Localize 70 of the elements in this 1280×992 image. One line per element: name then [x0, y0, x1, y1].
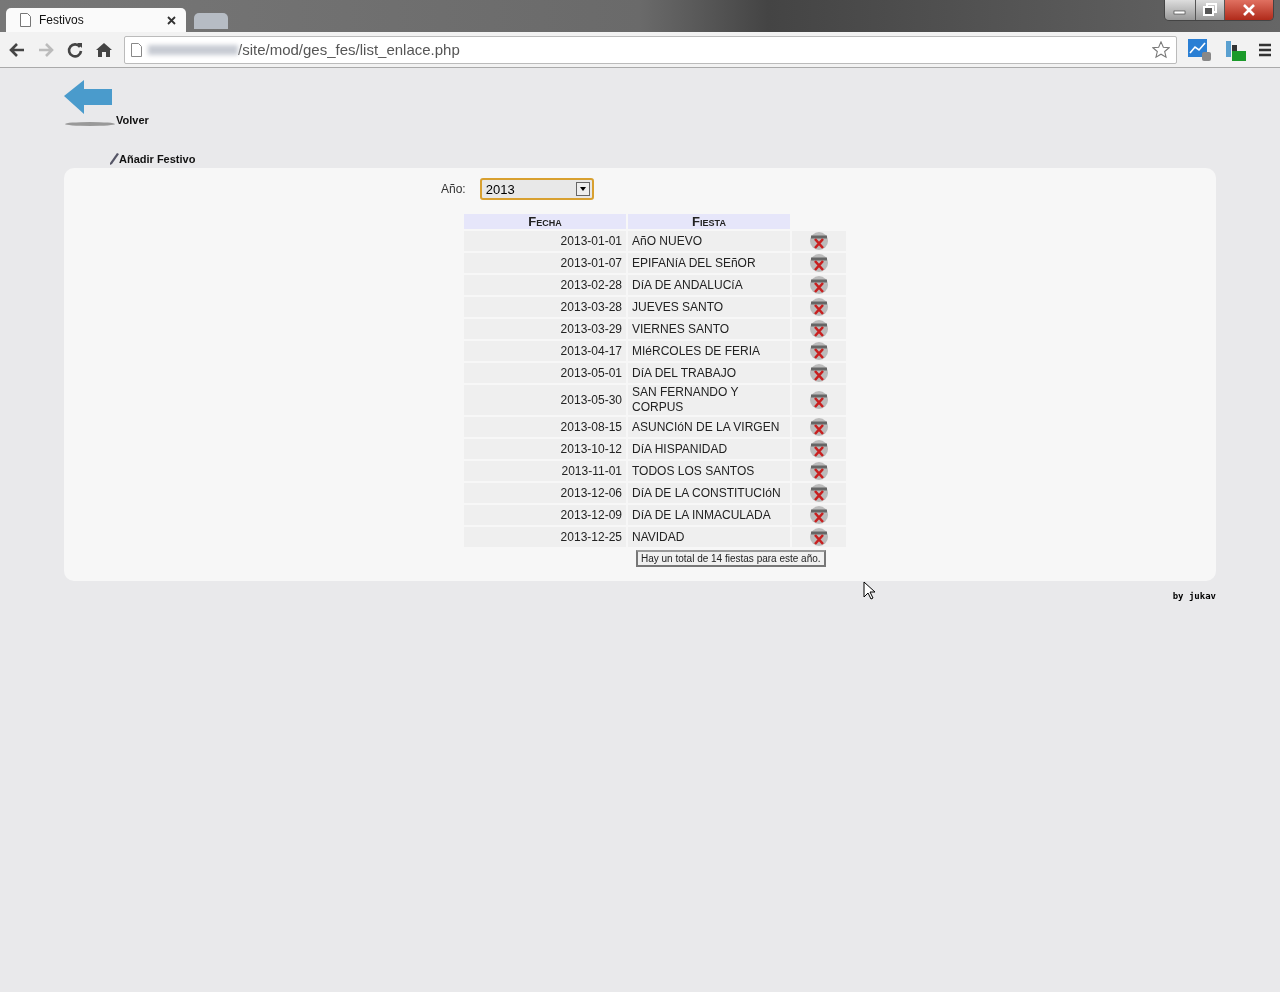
holiday-cell: DíA DE ANDALUCíA — [628, 275, 790, 295]
pencil-icon — [109, 153, 119, 165]
delete-icon[interactable] — [809, 275, 829, 295]
close-icon[interactable] — [1225, 0, 1273, 20]
back-link[interactable]: Volver — [64, 78, 149, 128]
holiday-cell: VIERNES SANTO — [628, 319, 790, 339]
holiday-cell: ASUNCIóN DE LA VIRGEN — [628, 417, 790, 437]
date-cell: 2013-08-15 — [464, 417, 626, 437]
delete-icon[interactable] — [809, 417, 829, 437]
delete-icon[interactable] — [809, 390, 829, 410]
holiday-cell: EPIFANíA DEL SEñOR — [628, 253, 790, 273]
holiday-cell: DíA DE LA CONSTITUCIóN — [628, 483, 790, 503]
delete-icon[interactable] — [809, 439, 829, 459]
holiday-cell: DíA DE LA INMACULADA — [628, 505, 790, 525]
holiday-cell: NAVIDAD — [628, 527, 790, 547]
holiday-cell: JUEVES SANTO — [628, 297, 790, 317]
total-tooltip: Hay un total de 14 fiestas para este año. — [636, 550, 826, 567]
delete-icon[interactable] — [809, 527, 829, 547]
browser-tab[interactable]: Festivos — [6, 8, 186, 32]
holiday-cell: DíA HISPANIDAD — [628, 439, 790, 459]
date-cell: 2013-03-28 — [464, 297, 626, 317]
holiday-cell: SAN FERNANDO Y CORPUS — [628, 385, 790, 415]
star-icon[interactable] — [1152, 40, 1170, 59]
url-text: /site/mod/ges_fes/list_enlace.php — [238, 41, 461, 58]
year-select[interactable]: 2013 — [479, 178, 594, 200]
date-cell: 2013-03-29 — [464, 319, 626, 339]
menu-icon[interactable] — [1258, 42, 1272, 57]
bar-extension-icon[interactable] — [1223, 38, 1247, 61]
delete-icon[interactable] — [809, 363, 829, 383]
date-cell: 2013-10-12 — [464, 439, 626, 459]
holiday-cell: DíA DEL TRABAJO — [628, 363, 790, 383]
delete-icon[interactable] — [809, 505, 829, 525]
date-cell: 2013-12-06 — [464, 483, 626, 503]
date-cell: 2013-01-07 — [464, 253, 626, 273]
footer-credit: by jukav — [1172, 591, 1216, 601]
delete-icon[interactable] — [809, 297, 829, 317]
chart-extension-icon[interactable] — [1188, 38, 1212, 61]
date-cell: 2013-01-01 — [464, 231, 626, 251]
date-cell: 2013-05-30 — [464, 385, 626, 415]
delete-icon[interactable] — [809, 483, 829, 503]
date-cell: 2013-02-28 — [464, 275, 626, 295]
date-cell: 2013-11-01 — [464, 461, 626, 481]
back-arrow-icon — [64, 78, 116, 128]
dropdown-caret-icon — [575, 182, 590, 196]
page-icon — [131, 42, 142, 57]
minimize-icon[interactable] — [1165, 0, 1196, 20]
delete-icon[interactable] — [809, 231, 829, 251]
column-header: Fecha — [464, 214, 626, 229]
holiday-cell: AñO NUEVO — [628, 231, 790, 251]
date-cell: 2013-12-25 — [464, 527, 626, 547]
date-cell: 2013-05-01 — [464, 363, 626, 383]
delete-icon[interactable] — [809, 461, 829, 481]
close-icon[interactable] — [167, 15, 176, 25]
reload-icon[interactable] — [66, 40, 84, 59]
year-label: Año: — [441, 182, 466, 196]
tab-title: Festivos — [39, 13, 85, 27]
date-cell: 2013-04-17 — [464, 341, 626, 361]
holiday-cell: MIéRCOLES DE FERIA — [628, 341, 790, 361]
column-header: Fiesta — [628, 214, 790, 229]
date-cell: 2013-12-09 — [464, 505, 626, 525]
address-bar[interactable]: /site/mod/ges_fes/list_enlace.php — [124, 35, 1177, 64]
page-icon — [20, 13, 31, 27]
holiday-cell: TODOS LOS SANTOS — [628, 461, 790, 481]
back-icon[interactable] — [8, 41, 26, 58]
delete-icon[interactable] — [809, 253, 829, 273]
add-link[interactable]: Añadir Festivo — [109, 153, 196, 165]
restore-icon[interactable] — [1196, 0, 1225, 20]
delete-icon[interactable] — [809, 319, 829, 339]
home-icon[interactable] — [95, 40, 113, 59]
delete-icon[interactable] — [809, 341, 829, 361]
